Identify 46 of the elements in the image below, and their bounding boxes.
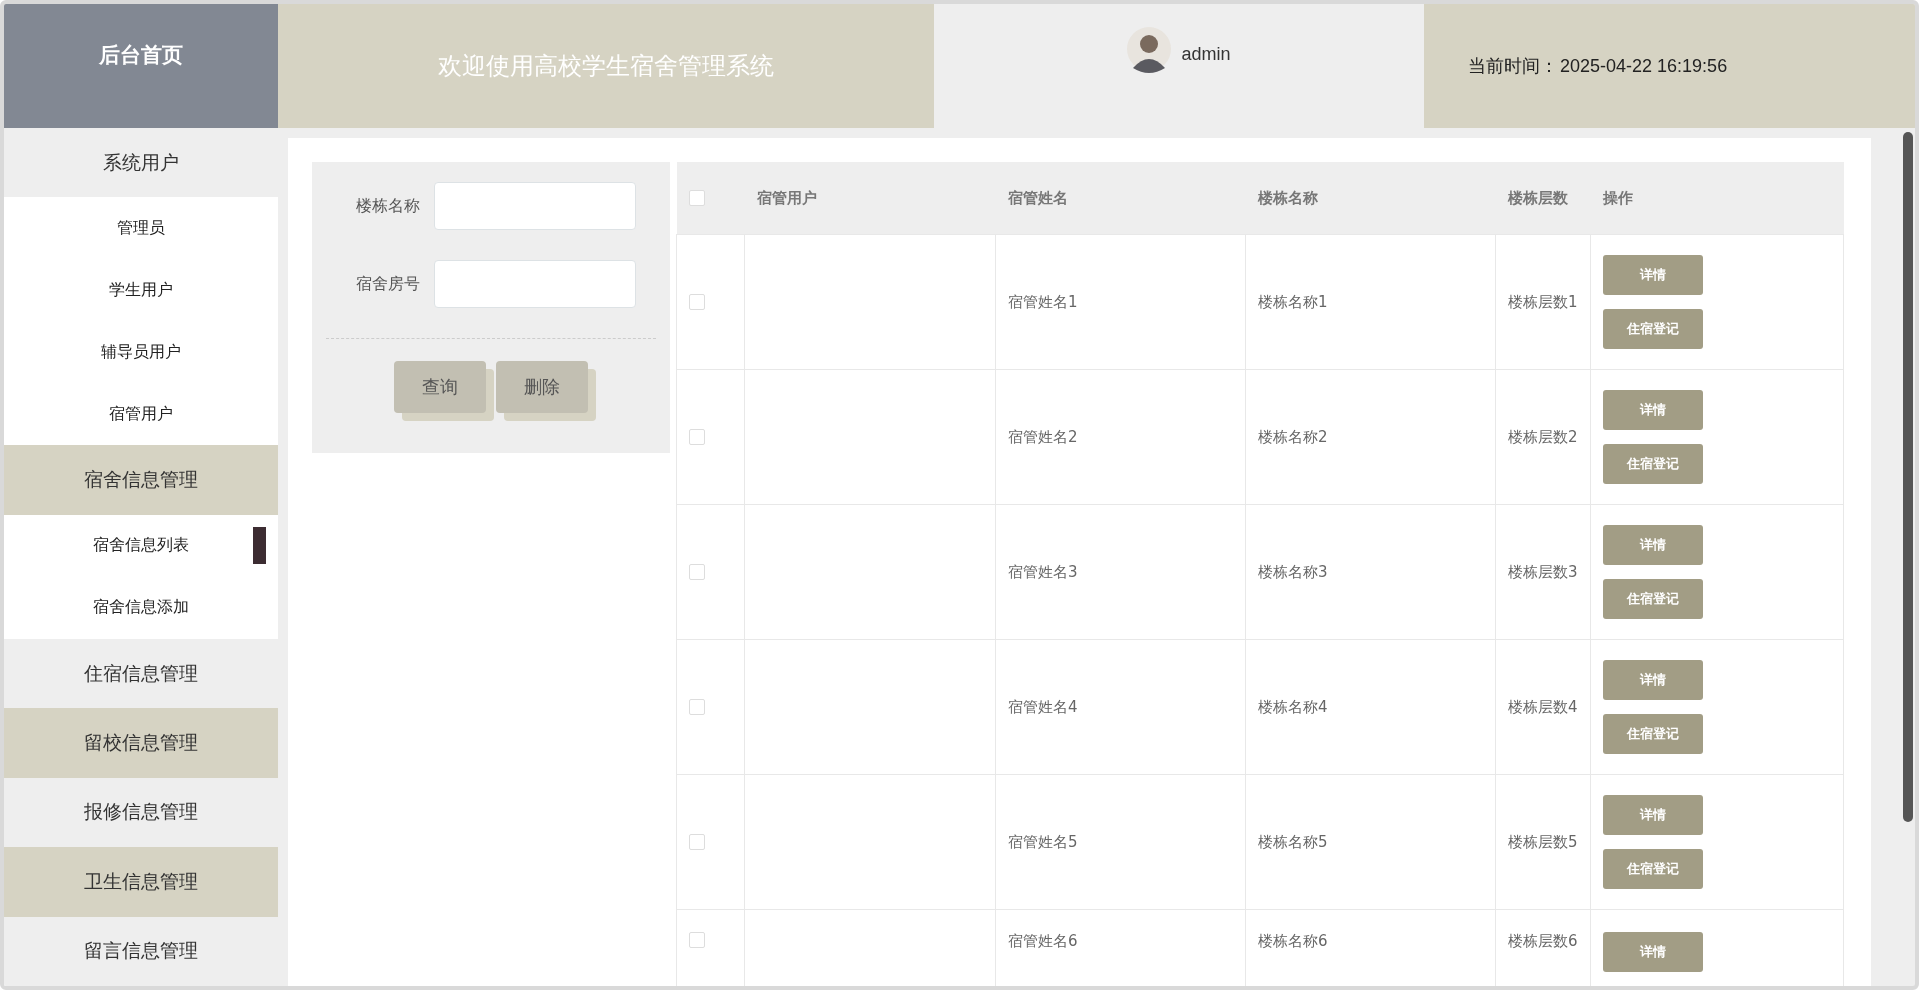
table-cell: 楼栋层数3 [1495, 504, 1591, 640]
table-cell: 楼栋名称1 [1245, 234, 1496, 370]
input-field[interactable] [434, 182, 636, 230]
input-field[interactable] [434, 260, 636, 308]
sidebar-group[interactable]: 报修信息管理 [4, 777, 278, 848]
column-header: 楼栋层数 [1495, 162, 1591, 235]
system-title: 欢迎使用高校学生宿舍管理系统 [438, 51, 774, 82]
time-label: 当前时间： [1468, 55, 1558, 78]
row-checkbox[interactable] [689, 699, 705, 715]
table-cell: 楼栋层数4 [1495, 639, 1591, 775]
selected-marker [253, 526, 266, 564]
sidebar-group[interactable]: 宿舍信息管理 [4, 445, 278, 515]
column-header: 楼栋名称 [1245, 162, 1496, 235]
table-cell: 宿管姓名3 [995, 504, 1246, 640]
table-cell: 宿管姓名5 [995, 774, 1246, 910]
select-all-checkbox[interactable] [688, 190, 705, 206]
table-cell: 楼栋层数2 [1495, 369, 1591, 505]
sidebar-group[interactable]: 卫生信息管理 [4, 847, 278, 917]
table-cell: 楼栋名称3 [1245, 504, 1496, 640]
sidebar-group[interactable]: 留校信息管理 [4, 708, 278, 778]
table-cell: 楼栋名称4 [1245, 639, 1496, 775]
avatar-icon[interactable] [1127, 24, 1172, 74]
scrollbar[interactable] [1903, 132, 1913, 822]
row-checkbox[interactable] [689, 564, 705, 580]
table-cell: 楼栋层数5 [1495, 774, 1591, 910]
sidebar-group[interactable]: 住宿信息管理 [4, 638, 278, 709]
field-label: 楼栋名称 [356, 195, 420, 217]
table-cell: 楼栋层数1 [1495, 234, 1591, 370]
row-checkbox[interactable] [689, 834, 705, 850]
table-cell: 宿管姓名2 [995, 369, 1246, 505]
row-checkbox[interactable] [689, 294, 705, 310]
sidebar-group[interactable]: 留言信息管理 [4, 916, 278, 986]
table-cell: 宿管姓名4 [995, 639, 1246, 775]
column-header: 宿管用户 [744, 162, 996, 235]
column-header: 操作 [1590, 162, 1844, 235]
sidebar-group[interactable]: 系统用户 [4, 128, 278, 198]
table-cell: 楼栋名称5 [1245, 774, 1496, 910]
table-cell: 宿管姓名1 [995, 234, 1246, 370]
field-label: 宿舍房号 [356, 273, 420, 295]
home-title[interactable]: 后台首页 [99, 41, 183, 69]
current-time: 2025-04-22 16:19:56 [1560, 55, 1728, 77]
row-checkbox[interactable] [689, 932, 705, 948]
table-cell: 楼栋名称2 [1245, 369, 1496, 505]
column-header: 宿管姓名 [995, 162, 1246, 235]
user-name[interactable]: admin [1181, 44, 1231, 65]
row-checkbox[interactable] [689, 429, 705, 445]
